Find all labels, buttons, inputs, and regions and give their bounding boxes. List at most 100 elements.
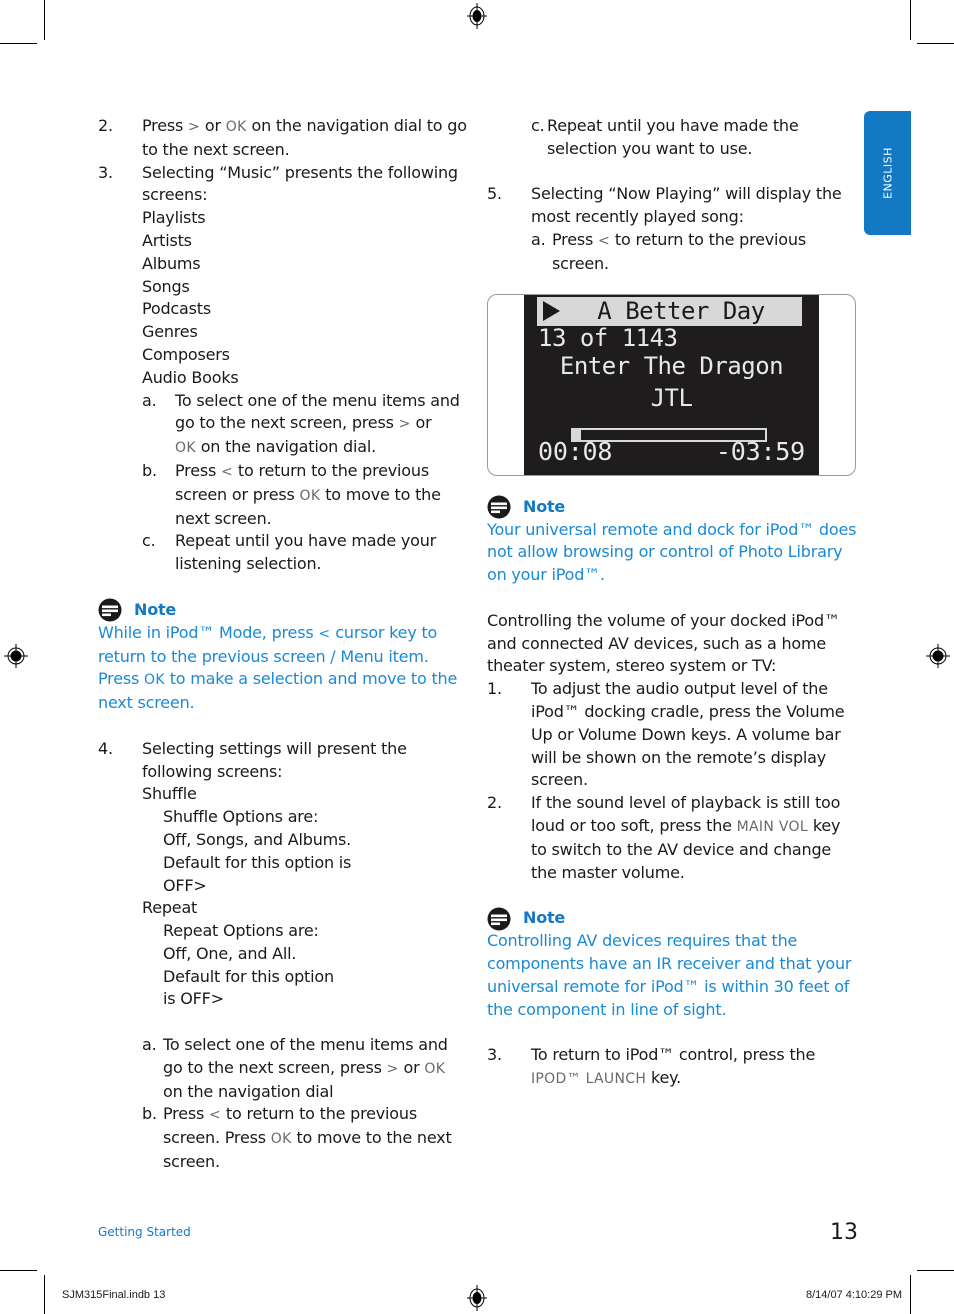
substep-a: a. To select one of the menu items and g…: [142, 390, 470, 460]
now-playing-screenshot: A Better Day 13 of 1143 Enter The Dragon…: [487, 293, 856, 476]
print-slug-file: SJM315Final.indb 13: [62, 1289, 166, 1301]
footer-section-name: Getting Started: [98, 1225, 191, 1239]
screen-item: Composers: [142, 344, 230, 364]
volume-step-3: 3. To return to iPod™ control, press the…: [487, 1044, 859, 1091]
screen-item: Podcasts: [142, 299, 211, 319]
lcd-track-title: A Better Day: [597, 296, 765, 325]
key-label: OK: [144, 672, 165, 689]
substep-label: b.: [142, 460, 157, 480]
screen-item: Artists: [142, 230, 192, 250]
screen-item: Playlists: [142, 208, 206, 228]
step-number: 1.: [487, 679, 502, 699]
registration-mark-icon: [926, 644, 950, 668]
volume-step-2: 2. If the sound level of playback is sti…: [487, 792, 859, 884]
option-line: Default for this option is: [163, 852, 352, 872]
lcd-display: A Better Day 13 of 1143 Enter The Dragon…: [524, 294, 819, 475]
repeat-options: Repeat Options are: Off, One, and All. D…: [142, 920, 470, 1011]
key-label: <: [598, 232, 611, 249]
substep-text: or: [410, 413, 432, 433]
step-text: Selecting “Now Playing” will display the…: [531, 184, 842, 227]
key-label: OK: [225, 119, 247, 135]
screen-item: Audio Books: [142, 367, 239, 387]
key-label: OK: [299, 487, 321, 504]
note-text-part: While in iPod™ Mode, press: [98, 622, 319, 642]
step-text: To return to iPod™ control, press the: [531, 1045, 816, 1065]
language-tab-label: ENGLISH: [881, 147, 894, 199]
option-line: Repeat Options are:: [163, 921, 319, 941]
note-header: Note: [487, 907, 859, 931]
step-text: To adjust the audio output level of the …: [531, 679, 845, 790]
note-icon: [487, 495, 511, 519]
substep-text: Press: [163, 1104, 209, 1124]
step-3: 3. Selecting “Music” presents the follow…: [98, 162, 470, 576]
substep-label: a.: [142, 1035, 157, 1055]
option-line: OFF>: [163, 875, 207, 895]
key-label: OK: [270, 1131, 292, 1148]
print-slug-date: 8/14/07 4:10:29 PM: [805, 1289, 902, 1301]
key-label: OK: [175, 440, 196, 457]
substep-text: on the navigation dial: [163, 1081, 334, 1101]
note-header: Note: [98, 598, 470, 622]
step-number: 3.: [98, 162, 113, 182]
step-text: or: [200, 116, 226, 135]
registration-mark-icon: [467, 1285, 487, 1311]
substep-c-continued: c. Repeat until you have made the select…: [487, 115, 859, 161]
key-label: >: [386, 1060, 399, 1077]
right-column: c. Repeat until you have made the select…: [487, 115, 859, 1091]
lcd-artist: JTL: [650, 383, 693, 412]
substep-b: b. Press < to return to the previous scr…: [142, 1103, 470, 1173]
substep-a: a. Press < to return to the previous scr…: [531, 229, 859, 276]
substep-text: or: [398, 1057, 425, 1077]
play-icon: [543, 301, 560, 322]
option-line: Shuffle Options are:: [163, 807, 319, 827]
substep-c: c. Repeat until you have made the select…: [531, 115, 859, 161]
substep-text: Press: [175, 460, 221, 480]
note-title: Note: [523, 496, 566, 516]
screen-item: Genres: [142, 322, 198, 342]
screen-item: Songs: [142, 276, 190, 296]
step-number: 3.: [487, 1045, 502, 1065]
step-number: 4.: [98, 738, 113, 758]
substep-label: c.: [142, 531, 156, 551]
crop-mark: [44, 1275, 45, 1314]
lcd-remaining-time: -03:59: [715, 436, 805, 466]
key-label: >: [188, 119, 201, 135]
note-text: While in iPod™ Mode, press < cursor key …: [98, 622, 470, 715]
page-number: 13: [830, 1220, 858, 1245]
key-label: <: [221, 463, 234, 480]
key-label: OK: [424, 1060, 446, 1077]
substep-text: Repeat until you have made your listenin…: [175, 531, 437, 574]
step-text: Selecting “Music” presents the following…: [142, 162, 458, 205]
step-number: 2.: [487, 793, 502, 813]
lcd-elapsed-time: 00:08: [538, 436, 613, 466]
setting-repeat: Repeat: [142, 898, 198, 918]
step-text: Selecting settings will present the foll…: [142, 738, 407, 781]
note-box: Note While in iPod™ Mode, press < cursor…: [98, 598, 470, 715]
substep-text: Repeat until you have made the selection…: [547, 116, 799, 158]
note-text: Controlling AV devices requires that the…: [487, 931, 852, 1019]
crop-mark: [917, 1270, 954, 1271]
option-line: is OFF>: [163, 989, 224, 1009]
crop-mark: [910, 0, 911, 40]
step-2: 2. Press > or OK on the navigation dial …: [98, 115, 470, 162]
screen-item: Albums: [142, 253, 201, 273]
registration-mark-icon: [467, 3, 487, 29]
note-text: Your universal remote and dock for iPod™…: [487, 519, 857, 585]
substep-text: Press: [552, 229, 598, 249]
substep-label: a.: [142, 390, 157, 410]
substep-c: c. Repeat until you have made your liste…: [142, 530, 470, 576]
crop-mark: [910, 1275, 911, 1314]
substep-label: b.: [142, 1104, 157, 1124]
substep-b: b. Press < to return to the previous scr…: [142, 460, 470, 530]
crop-mark: [0, 1270, 37, 1271]
step-5: 5. Selecting “Now Playing” will display …: [487, 183, 859, 275]
step-4: 4. Selecting settings will present the f…: [98, 738, 470, 1174]
note-box: Note Controlling AV devices requires tha…: [487, 907, 859, 1021]
shuffle-options: Shuffle Options are: Off, Songs, and Alb…: [142, 806, 470, 897]
key-label: >: [398, 416, 411, 433]
substep-text: on the navigation dial.: [195, 437, 376, 457]
note-title: Note: [134, 599, 177, 619]
lcd-song-name: Enter The Dragon: [559, 351, 784, 380]
note-header: Note: [487, 495, 859, 519]
option-line: Default for this option: [163, 966, 334, 986]
